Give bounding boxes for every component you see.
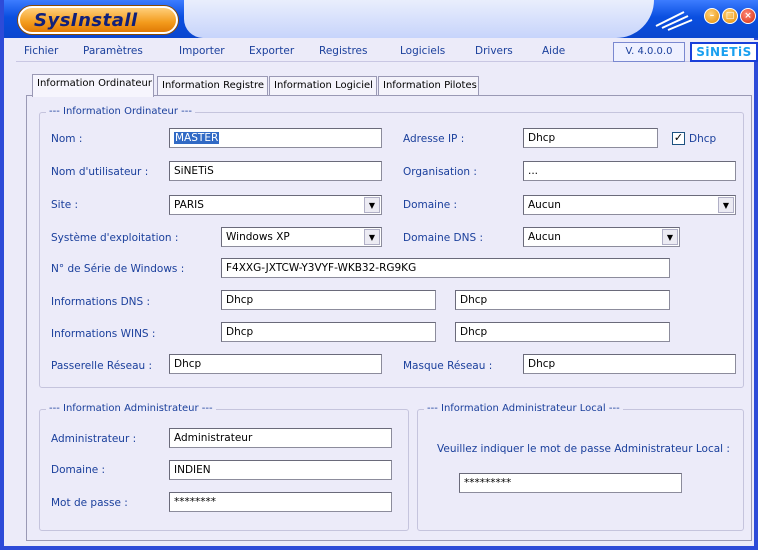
title-bar: SysInstall – □ × [4,0,758,38]
label-nom-utilisateur: Nom d'utilisateur : [51,166,149,178]
user-input[interactable]: SiNETiS [169,161,382,181]
menu-parametres[interactable]: Paramètres [83,45,143,57]
label-passerelle: Passerelle Réseau : [51,360,153,372]
domaine-select[interactable]: Aucun ▼ [523,195,736,215]
tab-information-logiciel[interactable]: Information Logiciel [269,76,377,96]
group-title-computer: --- Information Ordinateur --- [46,106,195,117]
organisation-input[interactable]: ... [523,161,736,181]
label-site: Site : [51,199,79,211]
tab-information-registre[interactable]: Information Registre [157,76,268,96]
domaine-dns-select-value: Aucun [528,231,561,243]
admin-domain-input[interactable]: INDIEN [169,460,392,480]
wins-secondary-input[interactable]: Dhcp [455,322,670,342]
label-dhcp-checkbox: Dhcp [689,133,717,145]
group-title-admin: --- Information Administrateur --- [46,403,216,414]
admin-input[interactable]: Administrateur [169,428,392,448]
label-informations-wins: Informations WINS : [51,328,156,340]
label-organisation: Organisation : [403,166,477,178]
domaine-dns-select[interactable]: Aucun ▼ [523,227,680,247]
site-select-value: PARIS [174,199,204,211]
title-bar-decoration [184,0,654,38]
dns-primary-input[interactable]: Dhcp [221,290,436,310]
label-systeme-exploitation: Système d'exploitation : [51,232,179,244]
app-title: SysInstall [34,10,138,31]
label-admin-domaine: Domaine : [51,464,106,476]
mask-input[interactable]: Dhcp [523,354,736,374]
menu-logiciels[interactable]: Logiciels [400,45,445,57]
label-masque: Masque Réseau : [403,360,493,372]
dropdown-arrow-icon[interactable]: ▼ [364,197,380,213]
local-admin-prompt: Veuillez indiquer le mot de passe Admini… [437,443,730,455]
menu-drivers[interactable]: Drivers [475,45,513,57]
os-select[interactable]: Windows XP ▼ [221,227,382,247]
ip-input[interactable]: Dhcp [523,128,658,148]
menu-aide[interactable]: Aide [542,45,565,57]
menu-registres[interactable]: Registres [319,45,367,57]
app-window: SysInstall – □ × Fichier Paramètres Impo… [0,0,758,550]
maximize-icon[interactable]: □ [722,8,738,24]
gateway-input[interactable]: Dhcp [169,354,382,374]
dhcp-checkbox[interactable]: ✓ [672,132,685,145]
local-admin-password-input[interactable]: ********* [459,473,682,493]
minimize-icon[interactable]: – [704,8,720,24]
nom-input[interactable]: MASTER [169,128,382,148]
speed-lines-icon [655,11,693,31]
version-label: V. 4.0.0.0 [613,42,685,62]
label-serie-windows: N° de Série de Windows : [51,263,185,275]
menu-exporter[interactable]: Exporter [249,45,294,57]
tab-panel: --- Information Ordinateur --- Nom : MAS… [26,95,752,541]
dropdown-arrow-icon[interactable]: ▼ [662,229,678,245]
menu-fichier[interactable]: Fichier [24,45,58,57]
label-informations-dns: Informations DNS : [51,296,151,308]
dns-secondary-input[interactable]: Dhcp [455,290,670,310]
label-administrateur: Administrateur : [51,433,137,445]
label-mot-de-passe: Mot de passe : [51,497,128,509]
menu-importer[interactable]: Importer [179,45,225,57]
domaine-select-value: Aucun [528,199,561,211]
os-select-value: Windows XP [226,231,290,243]
tab-information-pilotes[interactable]: Information Pilotes [378,76,479,96]
label-domaine: Domaine : [403,199,458,211]
tab-information-ordinateur[interactable]: Information Ordinateur [32,74,154,97]
wins-primary-input[interactable]: Dhcp [221,322,436,342]
close-icon[interactable]: × [740,8,756,24]
group-computer-info: --- Information Ordinateur --- [39,106,744,388]
dropdown-arrow-icon[interactable]: ▼ [364,229,380,245]
label-ip: Adresse IP : [403,133,465,145]
group-title-local-admin: --- Information Administrateur Local --- [424,403,623,414]
admin-password-input[interactable]: ******** [169,492,392,512]
label-domaine-dns: Domaine DNS : [403,232,484,244]
group-local-admin-info: --- Information Administrateur Local --- [417,403,744,531]
label-nom: Nom : [51,133,83,145]
app-title-badge: SysInstall [18,6,178,34]
dropdown-arrow-icon[interactable]: ▼ [718,197,734,213]
serial-input[interactable]: F4XXG-JXTCW-Y3VYF-WKB32-RG9KG [221,258,670,278]
site-select[interactable]: PARIS ▼ [169,195,382,215]
brand-logo: SiNETiS [690,42,758,62]
